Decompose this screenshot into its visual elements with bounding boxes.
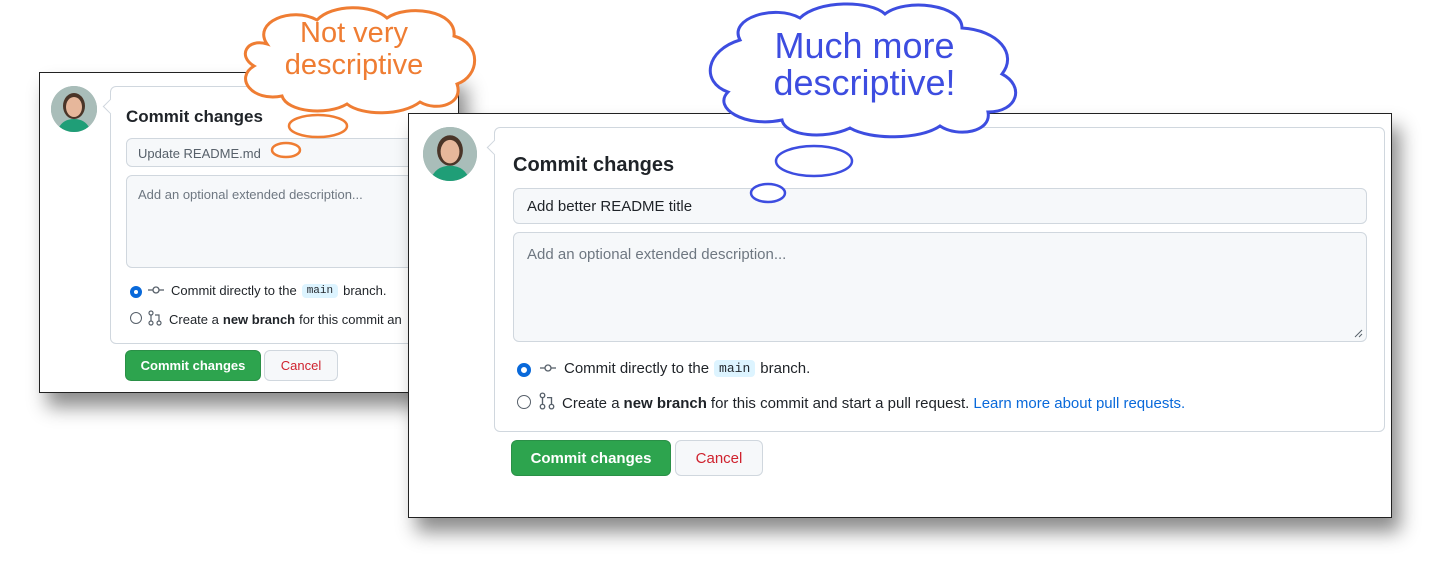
avatar-image xyxy=(51,86,97,132)
commit-summary-value: Add better README title xyxy=(527,198,693,215)
resize-grip-icon[interactable] xyxy=(1353,328,1363,338)
new-branch-suffix: for this commit an xyxy=(299,312,402,327)
commit-direct-label: Commit directly to the main branch. xyxy=(539,360,810,377)
new-branch-label: Create a new branch for this commit an xyxy=(148,310,402,329)
bubble-line-2: descriptive! xyxy=(773,62,956,103)
cancel-button[interactable]: Cancel xyxy=(675,440,763,476)
commit-changes-button[interactable]: Commit changes xyxy=(511,440,671,476)
new-branch-radio[interactable] xyxy=(130,312,142,324)
new-branch-suffix: for this commit and start a pull request… xyxy=(710,394,970,412)
description-placeholder: Add an optional extended description... xyxy=(527,246,787,263)
commit-direct-prefix: Commit directly to the xyxy=(171,283,297,298)
git-pull-request-icon xyxy=(539,392,555,414)
commit-changes-button[interactable]: Commit changes xyxy=(125,350,261,381)
new-branch-bold: new branch xyxy=(623,394,707,412)
bubble-line-1: Not very xyxy=(300,17,408,49)
description-placeholder: Add an optional extended description... xyxy=(138,187,363,202)
commit-direct-suffix: branch. xyxy=(343,283,387,298)
card-title: Commit changes xyxy=(513,154,675,176)
new-branch-bold: new branch xyxy=(222,312,296,327)
commit-direct-suffix: branch. xyxy=(760,360,811,377)
git-pull-request-icon xyxy=(148,310,162,329)
new-branch-radio[interactable] xyxy=(517,395,531,409)
commit-direct-radio[interactable] xyxy=(517,363,531,377)
branch-name: main xyxy=(301,283,339,298)
branch-name: main xyxy=(714,360,756,377)
new-branch-prefix: Create a xyxy=(562,394,620,412)
cancel-button[interactable]: Cancel xyxy=(264,350,338,381)
git-commit-icon xyxy=(148,283,164,298)
avatar xyxy=(51,86,97,132)
commit-direct-label: Commit directly to the main branch. xyxy=(148,283,386,298)
commit-direct-radio[interactable] xyxy=(130,286,142,298)
new-branch-label: Create a new branch for this commit and … xyxy=(539,392,1185,414)
git-commit-icon xyxy=(539,360,557,377)
thought-bubble-not-descriptive: Not very descriptive xyxy=(232,4,482,164)
bubble-line-1: Much more xyxy=(774,25,955,66)
thought-bubble-more-descriptive: Much more descriptive! xyxy=(700,0,1035,210)
commit-direct-prefix: Commit directly to the xyxy=(564,360,710,377)
description-textarea[interactable]: Add an optional extended description... xyxy=(513,232,1367,342)
new-branch-prefix: Create a xyxy=(169,312,219,327)
learn-more-link[interactable]: Learn more about pull requests. xyxy=(973,395,1185,412)
bubble-line-2: descriptive xyxy=(284,49,424,81)
